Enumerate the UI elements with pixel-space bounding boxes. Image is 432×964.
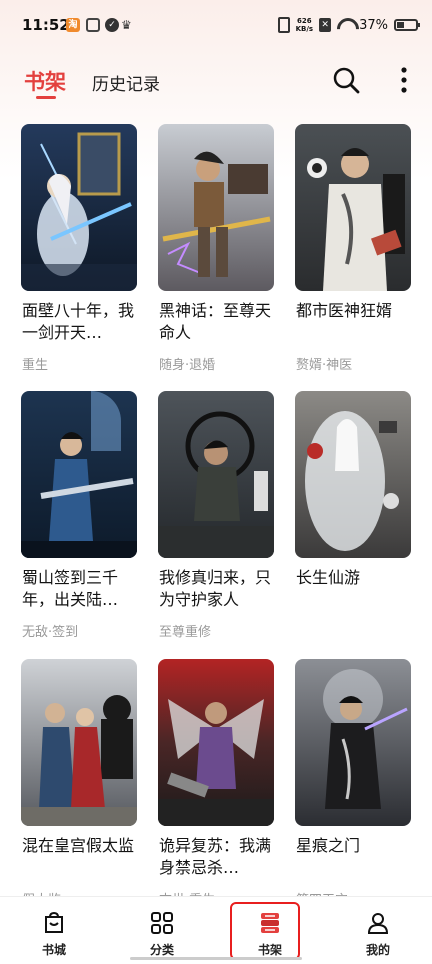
app-notification-icon: 淘 [66,18,80,32]
network-speed-unit: KB/s [295,25,314,33]
book-cover[interactable] [295,124,411,291]
book-title: 都市医神狂婿 [296,301,393,320]
book-title: 我修真归来，只为守护家人 [159,568,272,609]
status-bar: 11:52 淘 ✓ ♛ 626 KB/s ✕ 37% [0,0,432,52]
book-title: 黑神话：至尊天命人 [159,301,272,342]
more-vertical-icon[interactable] [392,66,416,94]
message-notification-icon [86,18,100,32]
status-right: 626 KB/s ✕ 37% [277,14,420,36]
book-cover[interactable] [21,124,137,291]
bookstore-icon [45,911,63,933]
book-card[interactable]: 蜀山签到三千年，出关陆… 无敌·签到 [21,391,137,640]
home-indicator[interactable] [130,957,302,960]
crown-icon: ♛ [121,18,132,32]
status-time: 11:52 [22,16,70,34]
battery-fill [397,22,404,28]
book-tags: 无敌·签到 [22,625,79,640]
nav-bookstore[interactable]: 书城 [0,897,108,964]
book-card[interactable]: 诡异复苏：我满身禁忌杀… 末世·重生 [158,659,274,908]
network-speed: 626 KB/s [296,17,313,33]
profile-icon [367,913,389,934]
book-title: 诡异复苏：我满身禁忌杀… [159,836,272,877]
book-cover[interactable] [21,659,137,826]
nav-profile[interactable]: 我的 [324,897,432,964]
book-card[interactable]: 都市医神狂婿 赘婿·神医 [295,124,411,373]
book-title: 蜀山签到三千年，出关陆… [22,568,119,609]
category-grid-icon [151,912,173,934]
nav-label: 书城 [41,943,66,957]
tab-active-indicator [36,96,56,99]
book-cover[interactable] [158,124,274,291]
book-card[interactable]: 混在皇宫假太监 假太监 [21,659,137,908]
book-tags: 重生 [22,358,49,373]
header: 书架 历史记录 [0,52,432,108]
active-tab-highlight-box [230,902,300,960]
search-icon[interactable] [332,66,360,94]
book-tags: 赘婿·神医 [296,358,353,373]
nav-category[interactable]: 分类 [108,897,216,964]
vibrate-icon [277,17,290,33]
battery-icon [394,19,420,31]
book-cover[interactable] [158,391,274,558]
nav-label: 分类 [149,943,174,957]
nav-label: 我的 [365,943,390,957]
book-title: 长生仙游 [296,568,361,587]
check-badge-icon: ✓ [105,18,119,32]
book-card[interactable]: 长生仙游 [295,391,411,587]
book-card[interactable]: 面壁八十年，我一剑开天… 重生 [21,124,137,373]
battery-percent: 37% [359,17,388,33]
book-card[interactable]: 我修真归来，只为守护家人 至尊重修 [158,391,274,640]
book-title: 面壁八十年，我一剑开天… [22,301,135,342]
network-speed-value: 626 [297,17,312,25]
wifi-icon [337,18,353,32]
book-tags: 至尊重修 [159,625,212,640]
book-cover[interactable] [295,659,411,826]
bottom-nav: 书城 分类 书架 我的 [0,896,432,964]
tab-bookshelf[interactable]: 书架 [24,66,66,96]
book-cover[interactable] [295,391,411,558]
book-title: 混在皇宫假太监 [22,836,135,855]
tab-history[interactable]: 历史记录 [92,70,160,95]
book-cover[interactable] [21,391,137,558]
book-tags: 随身·退婚 [159,358,216,373]
book-title: 星痕之门 [296,836,361,855]
book-cover[interactable] [158,659,274,826]
book-card[interactable]: 黑神话：至尊天命人 随身·退婚 [158,124,274,373]
no-sim-icon: ✕ [319,18,332,32]
book-card[interactable]: 星痕之门 第四天灾 [295,659,411,908]
